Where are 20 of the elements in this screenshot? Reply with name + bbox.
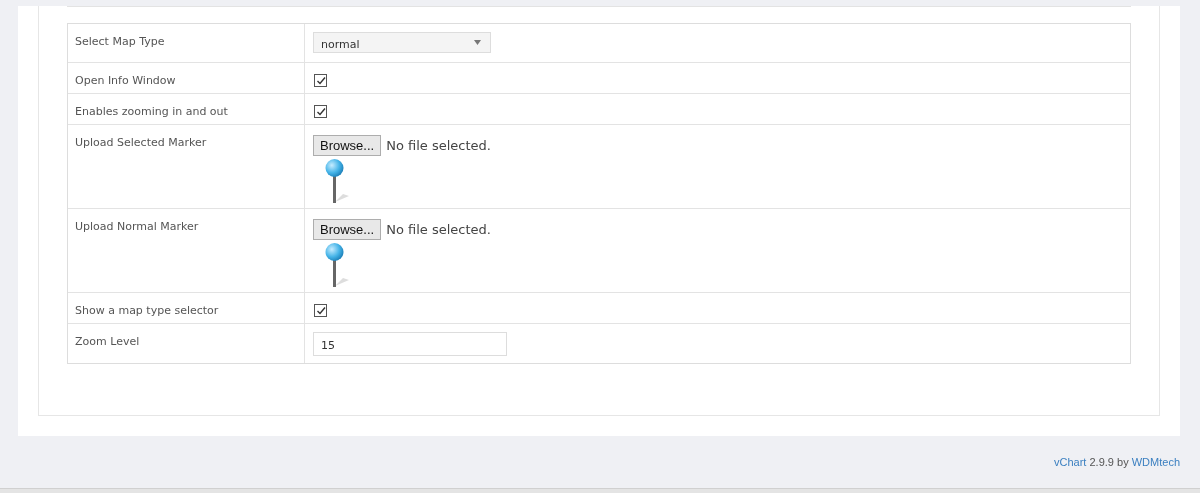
- file-status: No file selected.: [386, 138, 491, 153]
- checkbox[interactable]: [314, 74, 327, 87]
- footer-credit: vChart 2.9.9 by WDMtech: [1053, 455, 1181, 470]
- vendor-link[interactable]: WDMtech: [1131, 456, 1180, 468]
- setting-label: Show a map type selector: [68, 293, 305, 324]
- map-type-dropdown[interactable]: normal: [313, 32, 491, 53]
- file-status: No file selected.: [386, 222, 491, 237]
- checkbox[interactable]: [314, 304, 327, 317]
- browse-button[interactable]: Browse...: [313, 219, 382, 240]
- setting-label: Enables zooming in and out: [68, 94, 305, 125]
- setting-label: Open Info Window: [68, 63, 305, 94]
- browse-button[interactable]: Browse...: [313, 135, 382, 156]
- setting-label: Zoom Level: [68, 324, 305, 363]
- setting-label: Upload Selected Marker: [68, 125, 305, 208]
- setting-label: Select Map Type: [68, 24, 305, 62]
- product-link[interactable]: vChart: [1054, 456, 1087, 468]
- setting-label: Upload Normal Marker: [68, 209, 305, 292]
- zoom-level-field[interactable]: 15: [313, 332, 507, 356]
- caret-icon: [474, 40, 481, 45]
- checkbox[interactable]: [314, 105, 327, 118]
